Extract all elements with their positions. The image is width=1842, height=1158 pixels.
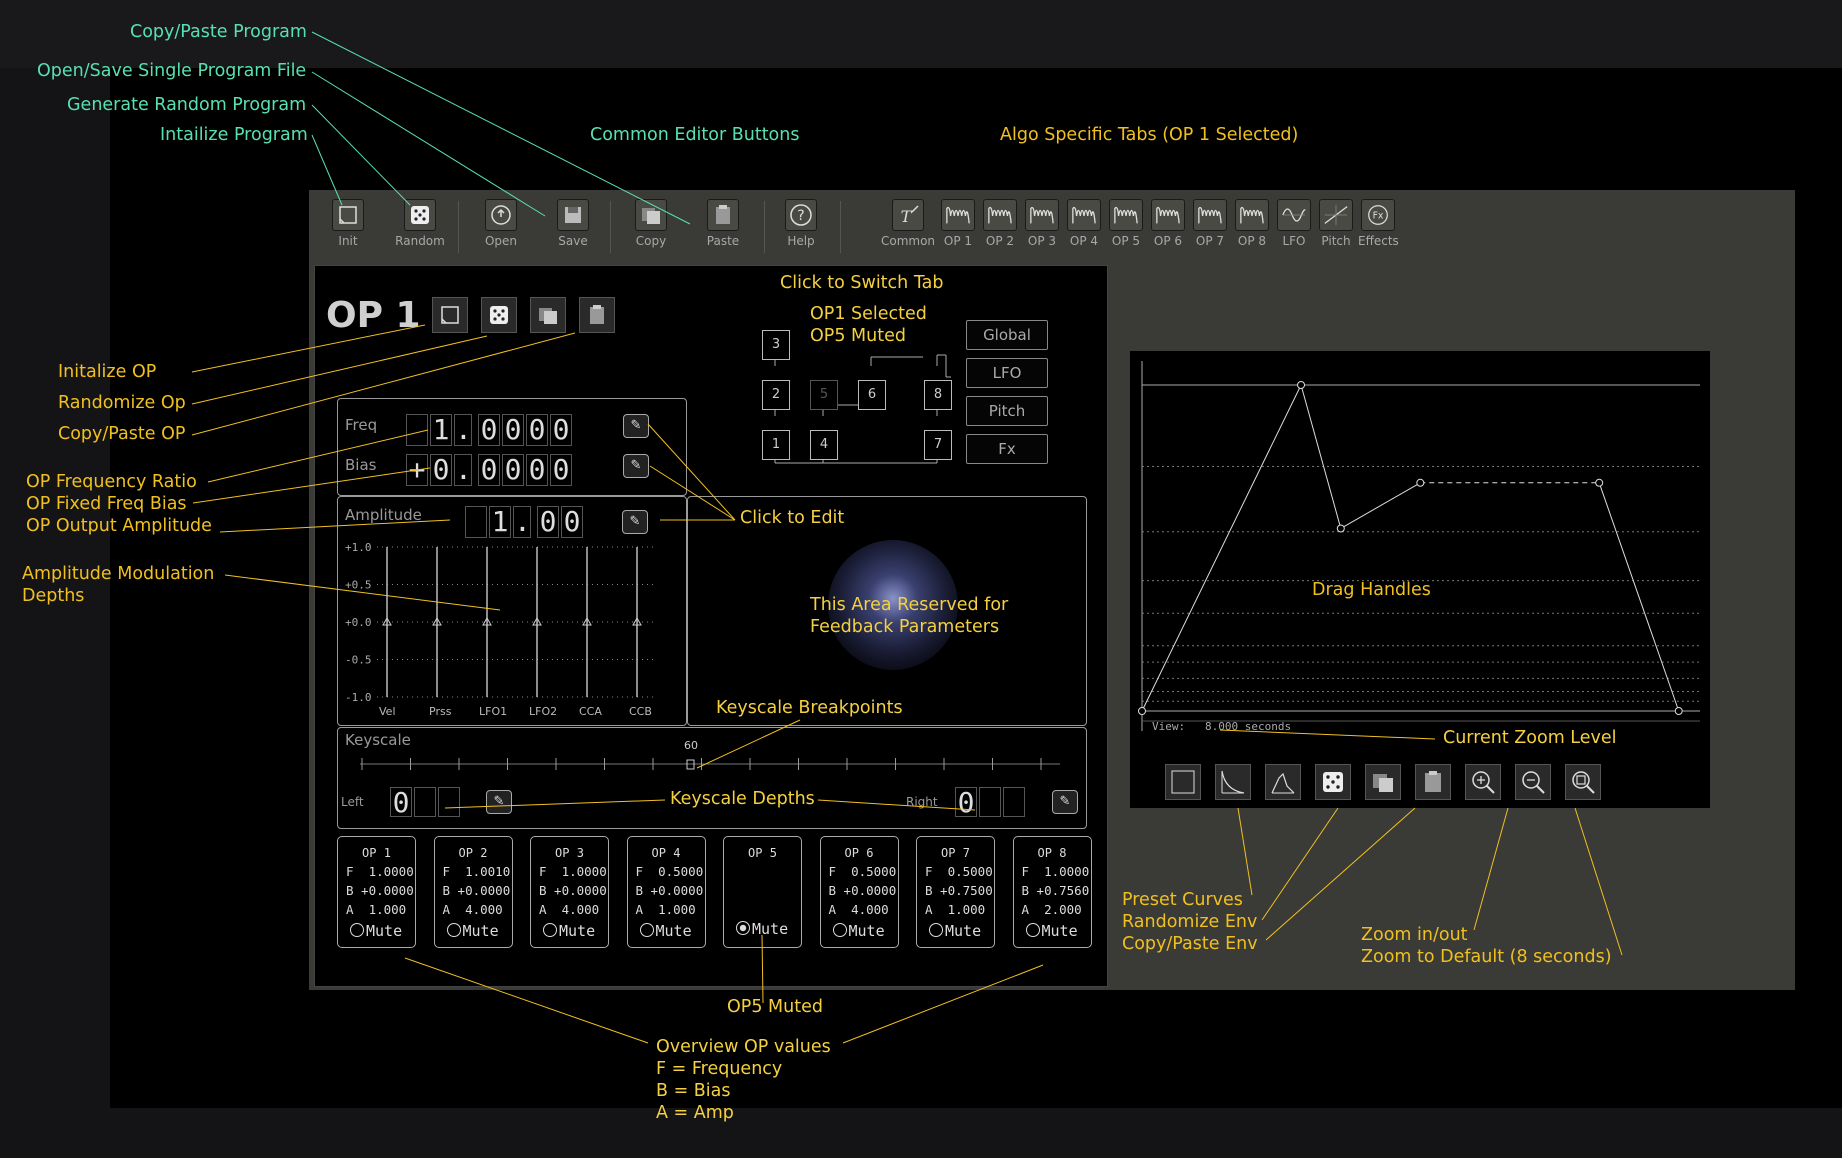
annotation-fixed-bias: OP Fixed Freq Bias xyxy=(26,494,187,514)
annotation-op1-selected: OP1 Selected xyxy=(810,304,927,324)
annotation-copy-paste-op: Copy/Paste OP xyxy=(58,424,186,444)
annotation-overview-3: B = Bias xyxy=(656,1081,731,1101)
annotation-randomize-env: Randomize Env xyxy=(1122,912,1258,932)
annotation-overview-4: A = Amp xyxy=(656,1103,734,1123)
annotation-lines xyxy=(191,31,1623,1044)
annotation-zoom-default: Zoom to Default (8 seconds) xyxy=(1361,947,1612,967)
annotation-zoom-inout: Zoom in/out xyxy=(1361,925,1468,945)
annotation-common-editor-buttons: Common Editor Buttons xyxy=(590,125,800,145)
annotation-reserved-2: Feedback Parameters xyxy=(810,617,1000,637)
annotation-overview-1: Overview OP values xyxy=(656,1037,831,1057)
annotation-output-amp: OP Output Amplitude xyxy=(26,516,212,536)
annotation-copy-paste-program: Copy/Paste Program xyxy=(130,22,307,42)
annotation-click-switch-tab: Click to Switch Tab xyxy=(780,273,944,293)
annotation-keyscale-bp: Keyscale Breakpoints xyxy=(716,698,903,718)
annotation-initialize-op: Initalize OP xyxy=(58,362,157,382)
annotation-preset-curves: Preset Curves xyxy=(1122,890,1243,910)
annotation-keyscale-depths: Keyscale Depths xyxy=(670,789,815,809)
annotation-algo-tabs: Algo Specific Tabs (OP 1 Selected) xyxy=(1000,125,1299,145)
annotation-freq-ratio: OP Frequency Ratio xyxy=(26,472,197,492)
annotation-generate-random: Generate Random Program xyxy=(67,95,307,115)
annotation-op5-muted-top: OP5 Muted xyxy=(810,326,906,346)
annotation-amp-mod-2: Depths xyxy=(22,586,85,606)
annotation-copy-paste-env: Copy/Paste Env xyxy=(1122,934,1258,954)
annotation-reserved-1: This Area Reserved for xyxy=(810,595,1009,615)
annotation-zoom-level: Current Zoom Level xyxy=(1443,728,1617,748)
annotation-amp-mod-1: Amplitude Modulation xyxy=(22,564,215,584)
annotation-op5-muted-bottom: OP5 Muted xyxy=(727,997,823,1017)
annotation-initialize-program: Intailize Program xyxy=(160,125,308,145)
annotation-randomize-op: Randomize Op xyxy=(58,393,186,413)
annotation-drag-handles: Drag Handles xyxy=(1312,580,1431,600)
annotation-overview-2: F = Frequency xyxy=(656,1059,783,1079)
annotation-click-to-edit: Click to Edit xyxy=(740,508,845,528)
annotation-open-save-file: Open/Save Single Program File xyxy=(37,61,307,81)
